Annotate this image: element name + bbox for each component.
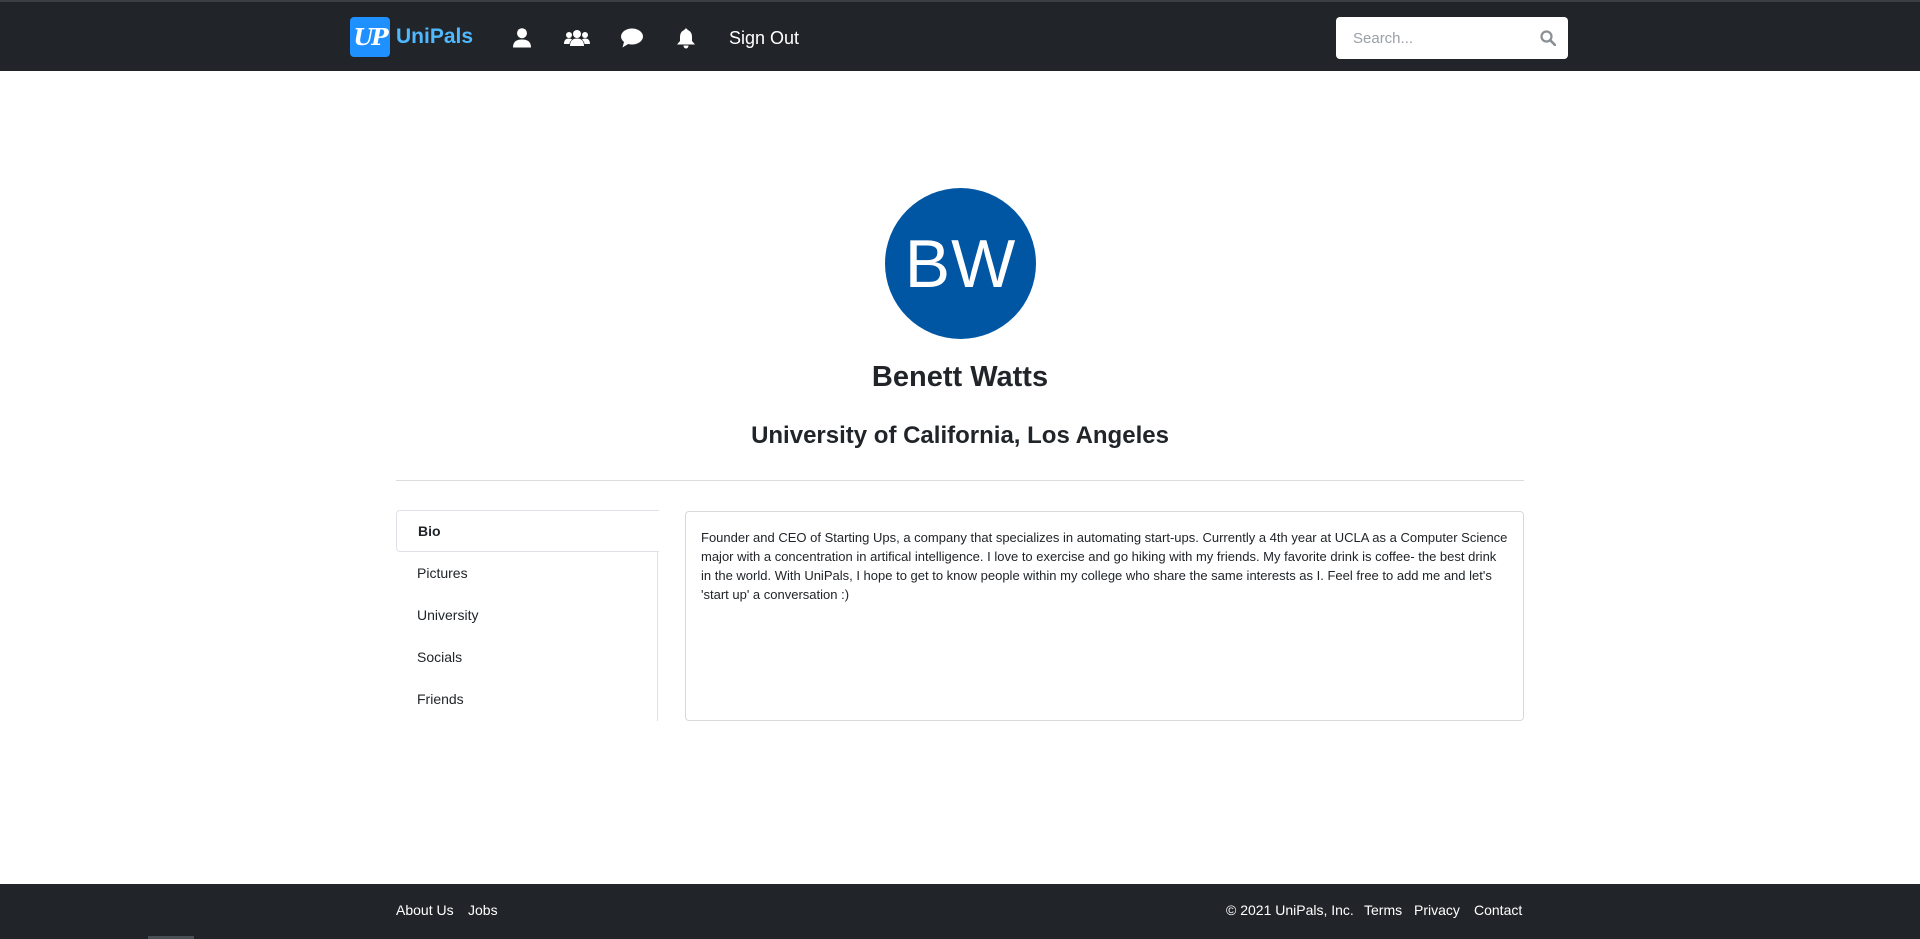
top-navbar: UP UniPals Sign Out — [0, 0, 1920, 71]
sign-out-link[interactable]: Sign Out — [729, 26, 799, 50]
tab-socials[interactable]: Socials — [396, 636, 658, 678]
tab-label: Friends — [417, 691, 464, 707]
profile-tabs: Bio Pictures University Socials Friends — [396, 510, 659, 721]
search-input[interactable] — [1336, 17, 1526, 59]
profile-university: University of California, Los Angeles — [751, 422, 1169, 449]
privacy-link[interactable]: Privacy — [1414, 901, 1460, 919]
section-divider — [396, 480, 1524, 481]
brand-logo: UP — [350, 17, 390, 57]
search-box — [1336, 17, 1568, 59]
bell-icon[interactable] — [674, 26, 698, 50]
copyright-text: © 2021 UniPals, Inc. — [1226, 902, 1354, 918]
search-icon[interactable] — [1538, 28, 1558, 48]
tab-label: University — [417, 607, 479, 623]
brand-link[interactable]: UP UniPals — [350, 17, 473, 57]
brand-name: UniPals — [396, 25, 474, 48]
avatar-initials: BW — [904, 225, 1017, 302]
tab-university[interactable]: University — [396, 594, 658, 636]
tab-label: Pictures — [417, 565, 468, 581]
user-icon[interactable] — [510, 26, 534, 50]
tab-bio[interactable]: Bio — [396, 510, 659, 552]
footer: About Us Jobs © 2021 UniPals, Inc. Terms… — [0, 884, 1920, 939]
bio-text: Founder and CEO of Starting Ups, a compa… — [701, 530, 1508, 602]
tab-friends[interactable]: Friends — [396, 678, 658, 720]
tab-label: Bio — [418, 523, 441, 539]
about-us-link[interactable]: About Us — [396, 901, 454, 919]
terms-link[interactable]: Terms — [1364, 901, 1402, 919]
users-icon[interactable] — [564, 26, 590, 50]
chat-icon[interactable] — [620, 26, 644, 50]
bio-panel: Founder and CEO of Starting Ups, a compa… — [685, 511, 1524, 721]
contact-link[interactable]: Contact — [1474, 901, 1522, 919]
tab-label: Socials — [417, 649, 463, 665]
avatar: BW — [885, 188, 1036, 339]
tab-pictures[interactable]: Pictures — [396, 552, 658, 594]
profile-name: Benett Watts — [871, 361, 1049, 393]
jobs-link[interactable]: Jobs — [468, 901, 498, 919]
